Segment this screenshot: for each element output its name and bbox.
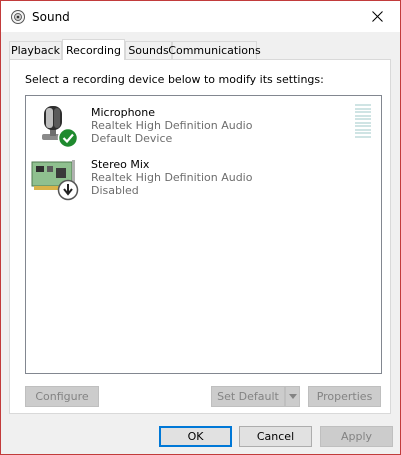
device-list[interactable]: Microphone Realtek High Definition Audio…	[25, 95, 382, 374]
disabled-arrow-badge-icon	[57, 179, 79, 201]
set-default-button[interactable]: Set Default	[211, 386, 285, 407]
tab-playback[interactable]: Playback	[9, 41, 62, 59]
speaker-icon	[11, 10, 25, 24]
device-name: Stereo Mix	[91, 158, 150, 171]
level-bar	[355, 132, 371, 134]
window-title: Sound	[32, 10, 70, 24]
device-driver: Realtek High Definition Audio	[91, 119, 253, 132]
level-bar	[355, 125, 371, 127]
cancel-button[interactable]: Cancel	[239, 426, 312, 447]
tab-recording[interactable]: Recording	[62, 39, 125, 60]
device-name: Microphone	[91, 106, 156, 119]
device-status: Disabled	[91, 184, 139, 197]
level-bar	[355, 107, 371, 110]
level-bar	[355, 114, 371, 117]
instruction-text: Select a recording device below to modif…	[25, 73, 324, 86]
device-item-microphone[interactable]: Microphone Realtek High Definition Audio…	[26, 100, 381, 152]
device-item-stereo-mix[interactable]: Stereo Mix Realtek High Definition Audio…	[26, 152, 381, 204]
ok-button[interactable]: OK	[159, 426, 232, 447]
device-status: Default Device	[91, 132, 173, 145]
tab-communications[interactable]: Communications	[168, 41, 261, 59]
configure-button[interactable]: Configure	[25, 386, 99, 407]
level-bar	[355, 128, 371, 131]
properties-button[interactable]: Properties	[308, 386, 381, 407]
green-check-badge-icon	[57, 127, 79, 149]
set-default-dropdown[interactable]	[285, 386, 300, 407]
chevron-down-icon	[288, 394, 297, 399]
recording-tab-panel: Select a recording device below to modif…	[9, 59, 391, 414]
level-bar	[355, 121, 371, 124]
microphone-icon	[42, 106, 79, 149]
level-bar	[355, 111, 371, 113]
tab-sounds[interactable]: Sounds	[125, 41, 172, 59]
level-bar	[355, 104, 371, 106]
close-button[interactable]	[355, 1, 400, 32]
close-icon	[372, 11, 383, 22]
sound-dialog: Sound Playback Recording Sounds Communic…	[0, 0, 401, 455]
level-bar	[355, 118, 371, 120]
level-meter	[355, 104, 371, 139]
sound-card-icon	[31, 160, 79, 201]
device-driver: Realtek High Definition Audio	[91, 171, 253, 184]
level-bar	[355, 135, 371, 138]
set-default-split-button[interactable]: Set Default	[211, 386, 300, 407]
apply-button[interactable]: Apply	[320, 426, 393, 447]
title-bar[interactable]: Sound	[1, 1, 400, 32]
